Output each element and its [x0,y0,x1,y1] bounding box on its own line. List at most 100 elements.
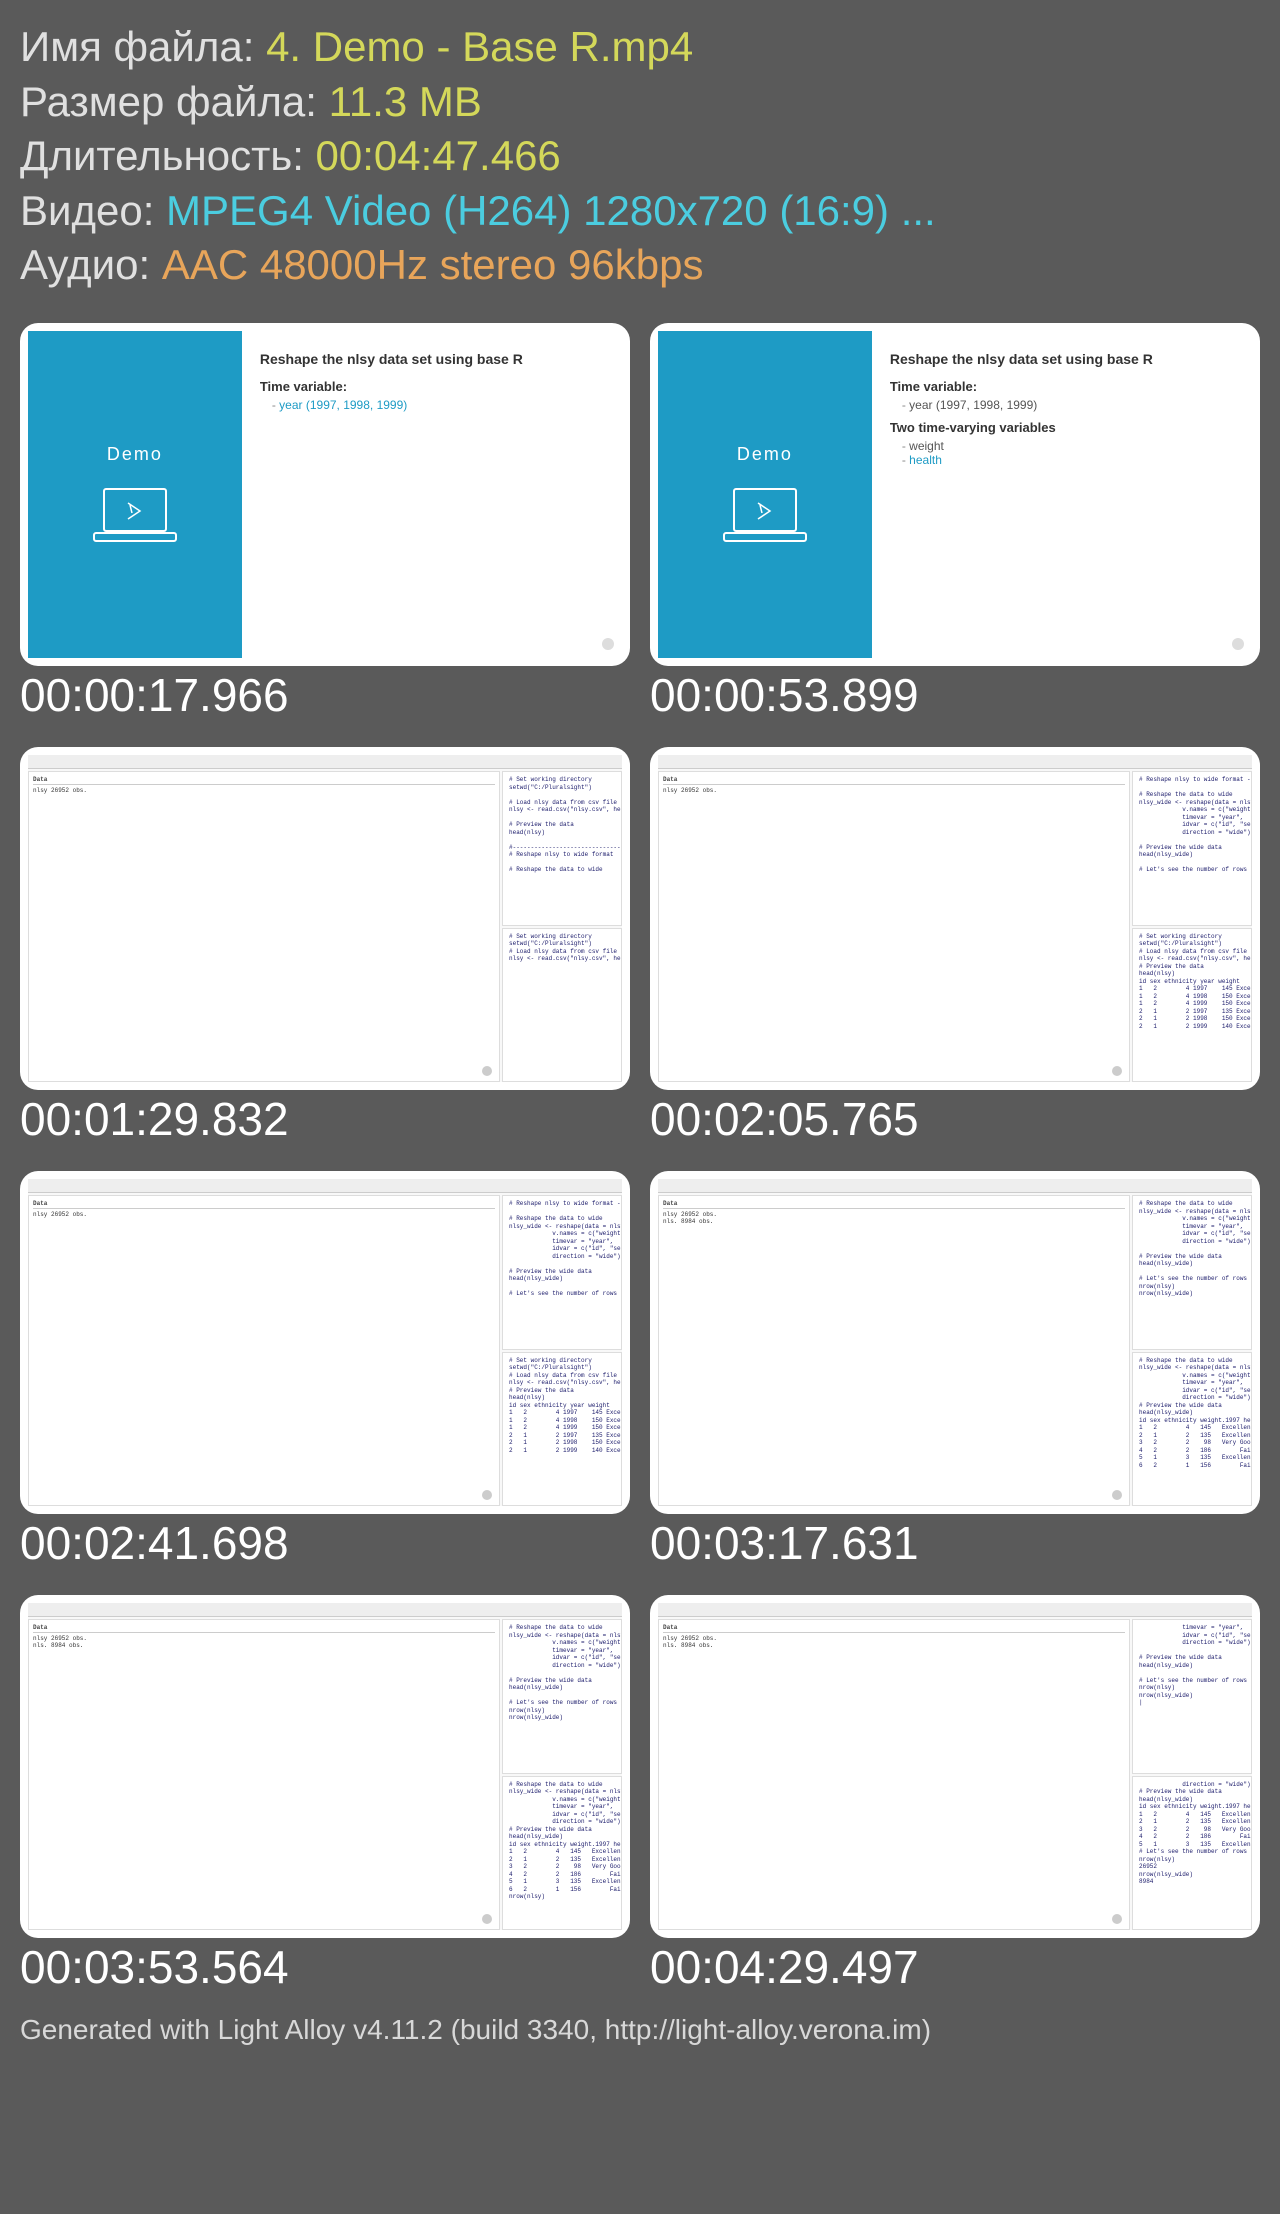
env-row: nls. 8984 obs. [663,1218,1125,1226]
meta-duration: Длительность: 00:04:47.466 [20,129,1260,184]
file-metadata: Имя файла: 4. Demo - Base R.mp4 Размер ф… [20,20,1260,293]
code-editor-pane: # Set working directory setwd("C:/Plural… [502,771,622,926]
thumbnail-frame: # Reshape the data to wide nlsy_wide <- … [650,1171,1260,1514]
rstudio-titlebar [28,755,622,769]
meta-filesize: Размер файла: 11.3 MB [20,75,1260,130]
env-title: Data [663,776,1125,785]
laptop-icon [90,485,180,545]
rstudio-titlebar [28,1603,622,1617]
slide-sub-vars: Two time-varying variables [890,420,1234,435]
slide-bullet-weight: weight [902,439,1234,453]
footer-text: Generated with Light Alloy v4.11.2 (buil… [20,2014,1260,2046]
slide-demo-title: Demo [737,444,793,465]
code-editor-pane: # Reshape the data to wide nlsy_wide <- … [1132,1195,1252,1350]
code-editor-pane: # Reshape nlsy to wide format ---- # Res… [1132,771,1252,926]
console-pane: # Reshape the data to wide nlsy_wide <- … [1132,1352,1252,1507]
thumbnail-frame: Demo Reshape the nlsy data set using bas… [20,323,630,666]
console-pane: # Set working directory setwd("C:/Plural… [502,928,622,1083]
filesize-value: 11.3 MB [329,78,482,125]
thumbnail-2: Demo Reshape the nlsy data set using bas… [650,323,1260,722]
slide-bullet-year: year (1997, 1998, 1999) [902,398,1234,412]
thumbnail-frame: Demo Reshape the nlsy data set using bas… [650,323,1260,666]
slide-left-panel: Demo [28,331,242,658]
env-row: nlsy 26952 obs. [33,1635,495,1643]
console-pane: # Set working directory setwd("C:/Plural… [502,1352,622,1507]
slide-bullet-health: health [902,453,1234,467]
env-row: nlsy 26952 obs. [33,787,495,795]
thumbnail-3: # Set working directory setwd("C:/Plural… [20,747,630,1146]
video-label: Видео: [20,187,166,234]
slide-nav-icon [1232,638,1244,650]
environment-pane: Data nlsy 26952 obs. nls. 8984 obs. [28,1619,500,1930]
slide-heading: Reshape the nlsy data set using base R [260,351,604,367]
thumbnail-7: # Reshape the data to wide nlsy_wide <- … [20,1595,630,1994]
rstudio-titlebar [28,1179,622,1193]
env-title: Data [663,1200,1125,1209]
thumbnail-6: # Reshape the data to wide nlsy_wide <- … [650,1171,1260,1570]
code-editor-pane: # Reshape the data to wide nlsy_wide <- … [502,1619,622,1774]
environment-pane: Data nlsy 26952 obs. nls. 8984 obs. [658,1195,1130,1506]
thumbnail-frame: # Reshape nlsy to wide format ---- # Res… [20,1171,630,1514]
env-row: nls. 8984 obs. [33,1642,495,1650]
slide-left-panel: Demo [658,331,872,658]
thumbnail-grid: Demo Reshape the nlsy data set using bas… [20,323,1260,1995]
meta-filename: Имя файла: 4. Demo - Base R.mp4 [20,20,1260,75]
thumbnail-4: # Reshape nlsy to wide format ---- # Res… [650,747,1260,1146]
slide-right-panel: Reshape the nlsy data set using base R T… [872,331,1252,658]
slide-sub-time: Time variable: [260,379,604,394]
environment-pane: Data nlsy 26952 obs. [658,771,1130,1082]
console-pane: # Set working directory setwd("C:/Plural… [1132,928,1252,1083]
thumbnail-frame: # Set working directory setwd("C:/Plural… [20,747,630,1090]
console-pane: # Reshape the data to wide nlsy_wide <- … [502,1776,622,1931]
slide-nav-icon [602,638,614,650]
timestamp: 00:01:29.832 [20,1092,630,1146]
environment-pane: Data nlsy 26952 obs. [28,771,500,1082]
env-row: nlsy 26952 obs. [33,1211,495,1219]
meta-audio: Аудио: AAC 48000Hz stereo 96kbps [20,238,1260,293]
video-value: MPEG4 Video (H264) 1280x720 (16:9) ... [166,187,936,234]
environment-pane: Data nlsy 26952 obs. nls. 8984 obs. [658,1619,1130,1930]
thumbnail-5: # Reshape nlsy to wide format ---- # Res… [20,1171,630,1570]
env-row: nls. 8984 obs. [663,1642,1125,1650]
rstudio-titlebar [658,1179,1252,1193]
timestamp: 00:00:53.899 [650,668,1260,722]
env-title: Data [33,1624,495,1633]
env-title: Data [663,1624,1125,1633]
filename-value: 4. Demo - Base R.mp4 [266,23,693,70]
slide-right-panel: Reshape the nlsy data set using base R T… [242,331,622,658]
timestamp: 00:00:17.966 [20,668,630,722]
env-row: nlsy 26952 obs. [663,1211,1125,1219]
console-pane: direction = "wide") # Preview the wide d… [1132,1776,1252,1931]
thumbnail-frame: timevar = "year", idvar = c("id", "sex",… [650,1595,1260,1938]
filename-label: Имя файла: [20,23,266,70]
thumbnail-frame: # Reshape nlsy to wide format ---- # Res… [650,747,1260,1090]
env-row: nlsy 26952 obs. [663,787,1125,795]
thumbnail-8: timevar = "year", idvar = c("id", "sex",… [650,1595,1260,1994]
audio-label: Аудио: [20,241,162,288]
timestamp: 00:02:05.765 [650,1092,1260,1146]
code-editor-pane: timevar = "year", idvar = c("id", "sex",… [1132,1619,1252,1774]
rstudio-titlebar [658,1603,1252,1617]
slide-heading: Reshape the nlsy data set using base R [890,351,1234,367]
meta-video: Видео: MPEG4 Video (H264) 1280x720 (16:9… [20,184,1260,239]
thumbnail-frame: # Reshape the data to wide nlsy_wide <- … [20,1595,630,1938]
env-title: Data [33,776,495,785]
slide-sub-time: Time variable: [890,379,1234,394]
slide-bullet-year: year (1997, 1998, 1999) [272,398,604,412]
environment-pane: Data nlsy 26952 obs. [28,1195,500,1506]
env-title: Data [33,1200,495,1209]
filesize-label: Размер файла: [20,78,329,125]
slide-demo-title: Demo [107,444,163,465]
thumbnail-1: Demo Reshape the nlsy data set using bas… [20,323,630,722]
code-editor-pane: # Reshape nlsy to wide format ---- # Res… [502,1195,622,1350]
rstudio-titlebar [658,755,1252,769]
audio-value: AAC 48000Hz stereo 96kbps [162,241,704,288]
timestamp: 00:04:29.497 [650,1940,1260,1994]
timestamp: 00:02:41.698 [20,1516,630,1570]
duration-label: Длительность: [20,132,316,179]
env-row: nlsy 26952 obs. [663,1635,1125,1643]
duration-value: 00:04:47.466 [316,132,561,179]
timestamp: 00:03:53.564 [20,1940,630,1994]
laptop-icon [720,485,810,545]
timestamp: 00:03:17.631 [650,1516,1260,1570]
